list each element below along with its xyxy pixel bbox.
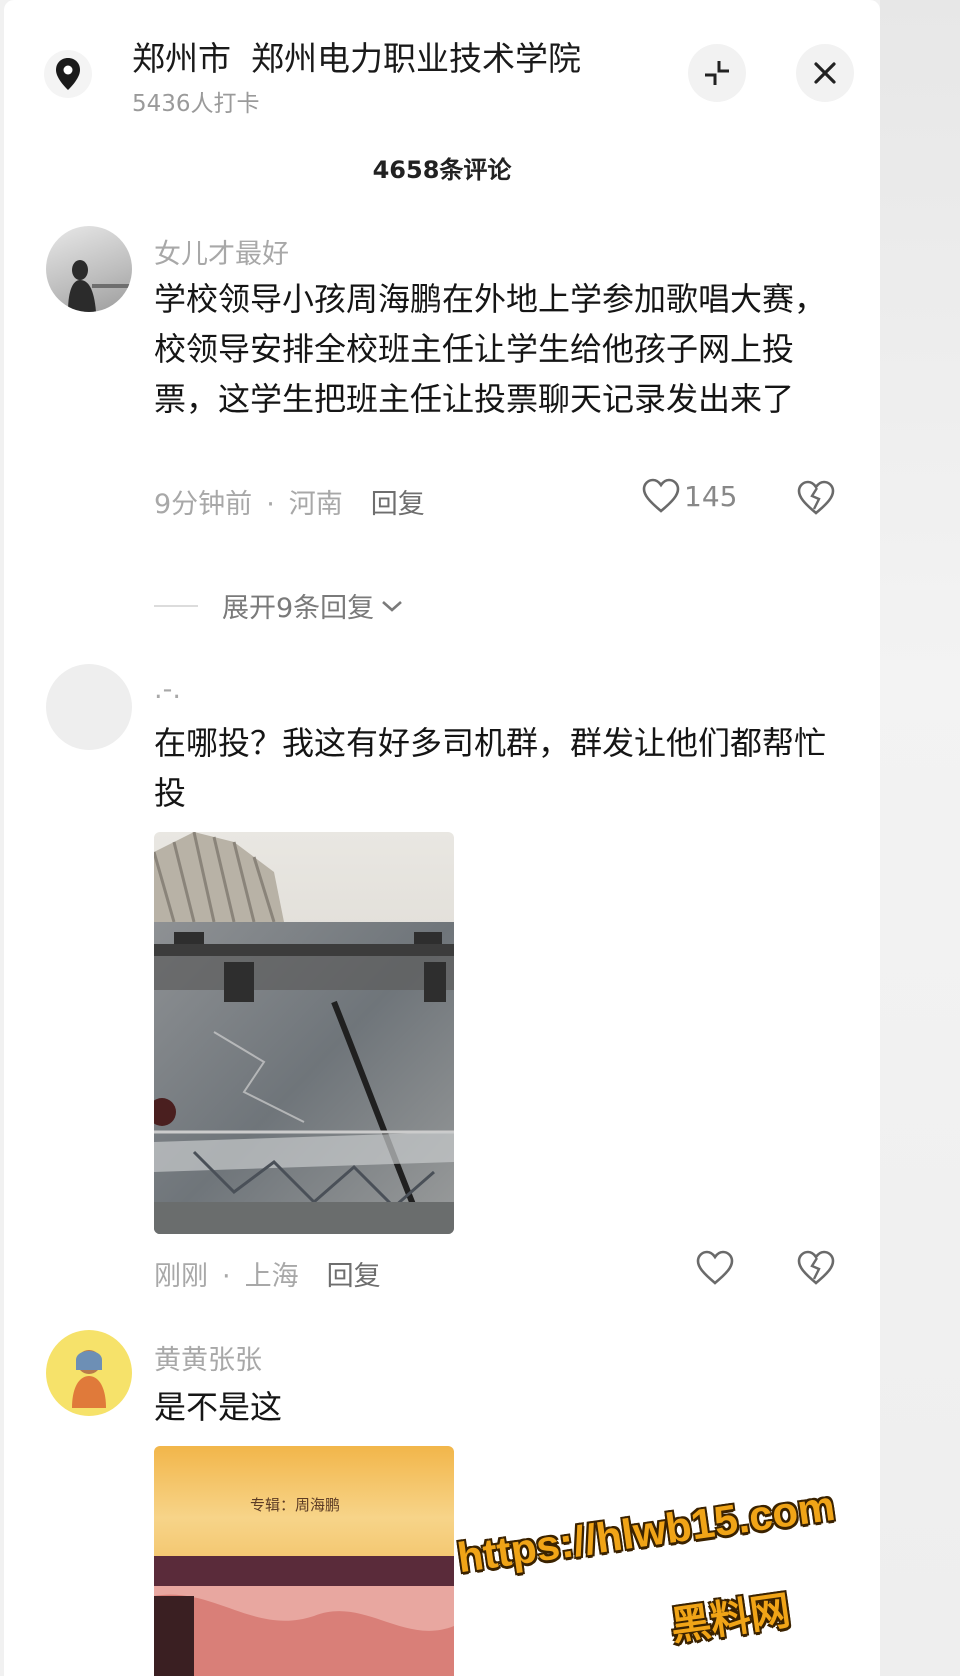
username[interactable]: 黄黄张张	[154, 1338, 262, 1377]
reply-button[interactable]: 回复	[371, 489, 425, 520]
heart-icon	[642, 478, 680, 513]
close-button[interactable]	[796, 44, 854, 102]
watermark-url: https://hlwb15.com	[454, 1481, 838, 1582]
meta-separator: ·	[222, 1261, 231, 1292]
comment-photo[interactable]	[154, 832, 454, 1234]
photo-caption: 专辑：周海鹏	[250, 1496, 341, 1514]
dislike-button[interactable]	[797, 480, 835, 520]
comment-photo[interactable]: 专辑：周海鹏	[154, 1446, 454, 1676]
comment-meta: 9分钟前 · 河南 回复	[154, 482, 425, 521]
collapse-button[interactable]	[688, 44, 746, 102]
comment-time: 刚刚	[154, 1261, 208, 1292]
avatar[interactable]	[46, 226, 132, 312]
background-edge	[880, 0, 960, 1676]
broken-heart-icon	[797, 480, 835, 515]
reply-button[interactable]: 回复	[327, 1261, 381, 1292]
watermark-site: 黑料网	[668, 1588, 794, 1650]
meta-separator: ·	[266, 489, 275, 520]
expand-replies-button[interactable]: 展开9条回复	[154, 586, 404, 625]
location-pin-icon[interactable]	[44, 50, 92, 98]
comment-location: 河南	[288, 489, 343, 520]
close-icon	[814, 62, 836, 84]
like-count: 145	[684, 479, 738, 513]
comment-text: 是不是这	[154, 1388, 283, 1426]
collapse-icon	[705, 61, 729, 85]
location-header: 郑州市 郑州电力职业技术学院 5436人打卡	[4, 0, 880, 150]
divider-line	[154, 604, 198, 607]
avatar[interactable]	[46, 1330, 132, 1416]
place-name: 郑州电力职业技术学院	[251, 39, 581, 78]
comment-count: 4658条评论	[372, 156, 512, 184]
comment-panel: 郑州市 郑州电力职业技术学院 5436人打卡 4658条评论 女儿才最好 学校领导…	[4, 0, 880, 1676]
like-button[interactable]	[696, 1250, 734, 1286]
place-title[interactable]: 郑州市 郑州电力职业技术学院	[132, 32, 581, 80]
comment-text: 在哪投？我这有好多司机群，群发让他们都帮忙投	[154, 724, 827, 812]
heart-icon	[696, 1250, 734, 1285]
chevron-down-icon	[382, 600, 403, 612]
comment-text: 学校领导小孩周海鹏在外地上学参加歌唱大赛，校领导安排全校班主任让学生给他孩子网上…	[154, 280, 827, 418]
avatar[interactable]	[46, 664, 132, 750]
comment-location: 上海	[244, 1261, 299, 1292]
city-name: 郑州市	[132, 39, 231, 78]
username[interactable]: .-.	[154, 674, 181, 705]
dislike-button[interactable]	[797, 1250, 835, 1290]
comment-time: 9分钟前	[154, 489, 253, 520]
like-button[interactable]: 145	[642, 478, 737, 514]
username[interactable]: 女儿才最好	[154, 232, 289, 271]
broken-heart-icon	[797, 1250, 835, 1285]
checkin-count: 5436人打卡	[132, 91, 260, 117]
comment-meta: 刚刚 · 上海 回复	[154, 1254, 381, 1293]
expand-replies-label: 展开9条回复	[222, 593, 375, 624]
